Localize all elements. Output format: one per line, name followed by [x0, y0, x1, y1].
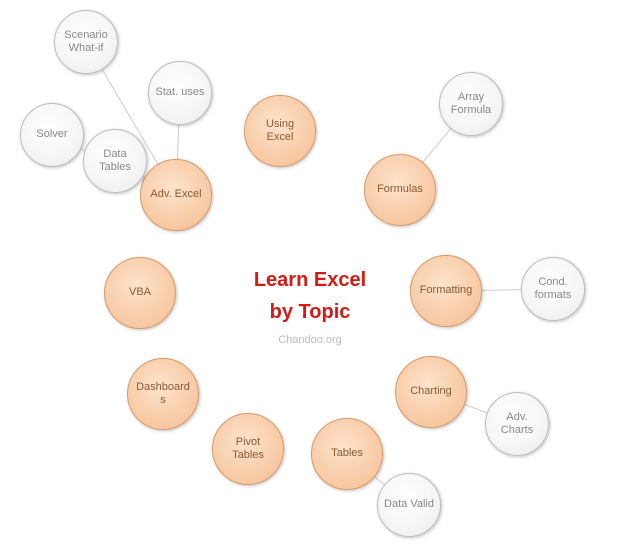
- title-line2: by Topic: [210, 296, 410, 328]
- node-vba[interactable]: VBA: [104, 257, 176, 329]
- node-formulas[interactable]: Formulas: [364, 154, 436, 226]
- node-charting[interactable]: Charting: [395, 356, 467, 428]
- node-label: Tables: [331, 447, 363, 460]
- node-tables[interactable]: Tables: [311, 418, 383, 490]
- node-label: Pivot Tables: [219, 436, 277, 462]
- node-label: Using Excel: [251, 118, 309, 144]
- title-subtitle: Chandoo.org: [210, 334, 410, 346]
- node-data-valid[interactable]: Data Valid: [377, 473, 441, 537]
- node-label: Adv. Excel: [150, 188, 201, 201]
- node-label: Data Valid: [384, 498, 434, 511]
- node-formatting[interactable]: Formatting: [410, 255, 482, 327]
- title-line1: Learn Excel: [210, 264, 410, 296]
- diagram-canvas: { "title": { "line1": "Learn Excel", "li…: [0, 0, 635, 552]
- node-label: Data Tables: [90, 148, 140, 174]
- diagram-title: Learn Excel by Topic Chandoo.org: [210, 264, 410, 346]
- node-scenario-whatif[interactable]: Scenario What-if: [54, 10, 118, 74]
- node-label: Array Formula: [446, 91, 496, 117]
- node-using-excel[interactable]: Using Excel: [244, 95, 316, 167]
- node-solver[interactable]: Solver: [20, 103, 84, 167]
- node-pivot-tables[interactable]: Pivot Tables: [212, 413, 284, 485]
- node-adv-excel[interactable]: Adv. Excel: [140, 159, 212, 231]
- node-label: Solver: [36, 128, 67, 141]
- node-label: Formatting: [420, 284, 473, 297]
- node-label: Charting: [410, 385, 452, 398]
- node-label: Cond. formats: [528, 276, 578, 302]
- node-data-tables[interactable]: Data Tables: [83, 129, 147, 193]
- node-array-formula[interactable]: Array Formula: [439, 72, 503, 136]
- node-label: Scenario What-if: [61, 29, 111, 55]
- node-label: Dashboards: [134, 381, 192, 407]
- node-dashboards[interactable]: Dashboards: [127, 358, 199, 430]
- node-adv-charts[interactable]: Adv. Charts: [485, 392, 549, 456]
- node-stat-uses[interactable]: Stat. uses: [148, 61, 212, 125]
- node-label: Formulas: [377, 183, 423, 196]
- node-label: Adv. Charts: [492, 411, 542, 437]
- node-label: VBA: [129, 286, 151, 299]
- node-cond-formats[interactable]: Cond. formats: [521, 257, 585, 321]
- node-label: Stat. uses: [156, 86, 205, 99]
